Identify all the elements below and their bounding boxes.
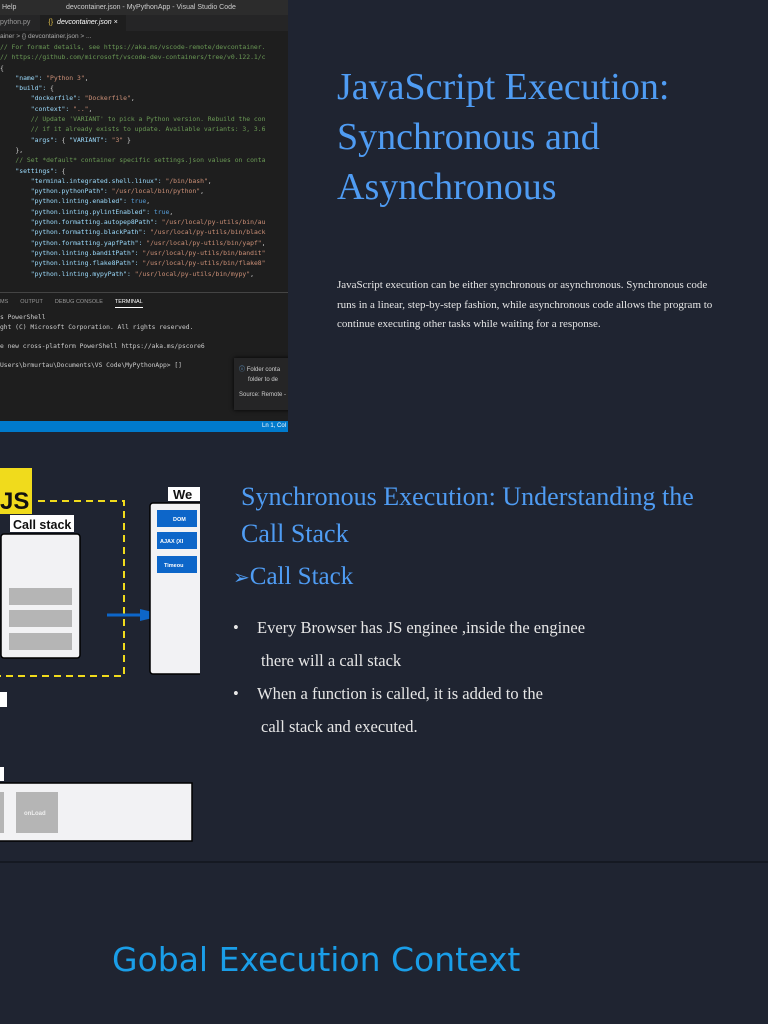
menu-help[interactable]: Help (2, 0, 16, 15)
window-title: devcontainer.json - MyPythonApp - Visual… (66, 4, 236, 11)
queue-item (0, 792, 4, 833)
tab-problems[interactable]: MS (0, 299, 8, 313)
slide-title: JavaScript Execution: Synchronous and As… (337, 66, 670, 208)
bullet-item: • When a function is called, it is added… (233, 677, 693, 743)
stack-frame (9, 633, 72, 650)
slide-body: JavaScript execution can be either synch… (337, 279, 713, 330)
notification-text: folder to de (248, 377, 279, 383)
tab-label: python.py (0, 19, 31, 26)
code-line: "terminal.integrated.shell.linux": "/bin… (30, 176, 212, 185)
slide-subtitle: ➢Call Stack (233, 563, 353, 591)
web-apis-label: We (173, 487, 192, 502)
bullet-icon: • (233, 684, 239, 703)
code-line: "python.linting.flake8Path": "/usr/local… (30, 259, 266, 268)
stack-frame (9, 610, 72, 627)
code-line: "dockerfile": "Dockerfile", (30, 94, 135, 103)
tab-label: devcontainer.json (57, 19, 112, 26)
close-icon[interactable]: × (114, 19, 118, 26)
code-line: // https://github.com/microsoft/vscode-d… (0, 53, 266, 62)
editor-tabs: python.py {} devcontainer.json × (0, 15, 288, 31)
tab-debug-console[interactable]: DEBUG CONSOLE (55, 299, 103, 313)
code-line: // Set *default* container specific sett… (0, 156, 266, 165)
label-fragment (0, 692, 7, 707)
terminal-line: e new cross-platform PowerShell https://… (0, 342, 205, 350)
code-line: // if it already exists to update. Avail… (0, 125, 266, 134)
code-line: "args": { "VARIANT": "3" } (30, 135, 131, 144)
panel-tabs: MS OUTPUT DEBUG CONSOLE TERMINAL (0, 293, 288, 313)
tab-terminal[interactable]: TERMINAL (114, 299, 143, 308)
json-icon: {} (48, 19, 54, 26)
code-line: }, (0, 145, 24, 154)
call-stack-label: Call stack (13, 518, 71, 532)
code-line: "python.formatting.blackPath": "/usr/loc… (30, 228, 266, 237)
js-logo-text: JS (0, 488, 29, 515)
code-line: "context": "..", (30, 104, 93, 113)
api-label: DOM (173, 517, 186, 523)
label-fragment (0, 767, 4, 781)
slide-title: Synchronous Execution: Understanding the… (241, 482, 694, 548)
notification-source: Source: Remote - (239, 392, 287, 398)
info-icon: ⓘ (239, 367, 246, 373)
breadcrumb: ainer > {} devcontainer.json > ... (0, 33, 92, 40)
api-label: AJAX (XI (160, 539, 184, 545)
code-line: { (0, 63, 4, 72)
code-line: "python.pythonPath": "/usr/local/bin/pyt… (30, 187, 204, 196)
notification: ⓘ Folder conta folder to de Source: Remo… (234, 358, 288, 410)
code-line: "python.linting.enabled": true, (30, 197, 151, 206)
subtitle-text: Call Stack (249, 563, 354, 590)
tab-output[interactable]: OUTPUT (20, 299, 43, 313)
code-line: "python.formatting.autopep8Path": "/usr/… (30, 218, 266, 227)
slide-title: Gobal Execution Context (112, 940, 521, 979)
arrow-bullet-icon: ➢ (233, 567, 250, 589)
web-apis-box (149, 502, 200, 675)
title-bar: Help devcontainer.json - MyPythonApp - V… (0, 0, 288, 15)
bullet-text: When a function is called, it is added t… (257, 684, 543, 703)
code-line: // Update 'VARIANT' to pick a Python ver… (0, 115, 266, 124)
tab-devcontainer[interactable]: {} devcontainer.json × (40, 15, 126, 31)
code-line: // For format details, see https://aka.m… (0, 43, 266, 51)
bullet-text: Every Browser has JS enginee ,inside the… (257, 618, 586, 637)
terminal-line: ght (C) Microsoft Corporation. All right… (0, 323, 194, 331)
code-line: "build": { (15, 84, 54, 93)
code-line: "python.formatting.yapfPath": "/usr/loca… (30, 238, 266, 247)
api-label: Timeou (164, 563, 183, 569)
bullet-icon: • (233, 618, 239, 637)
slide-divider (0, 861, 768, 863)
code-line: "settings": { (15, 166, 66, 175)
notification-text: Folder conta (246, 367, 281, 373)
vscode-screenshot: Help devcontainer.json - MyPythonApp - V… (0, 0, 288, 432)
code-line: "name": "Python 3", (15, 73, 89, 82)
code-line: "python.linting.mypyPath": "/usr/local/p… (30, 269, 254, 278)
status-bar[interactable]: Ln 1, Col (0, 421, 288, 432)
code-line: "python.linting.pylintEnabled": true, (30, 207, 174, 216)
terminal-line: s PowerShell (0, 314, 46, 321)
event-loop-diagram: JS Call stack We DOM AJAX (XI Timeou onL… (0, 468, 200, 842)
tab-python[interactable]: python.py (0, 15, 40, 31)
bullet-item: • Every Browser has JS enginee ,inside t… (233, 611, 693, 677)
bullet-text: call stack and executed. (261, 717, 418, 736)
stack-frame (9, 588, 72, 605)
onload-label: onLoad (24, 811, 46, 817)
bullet-text: there will a call stack (261, 651, 402, 670)
code-line: "python.linting.banditPath": "/usr/local… (30, 248, 266, 257)
code-editor[interactable]: // For format details, see https://aka.m… (0, 42, 288, 293)
